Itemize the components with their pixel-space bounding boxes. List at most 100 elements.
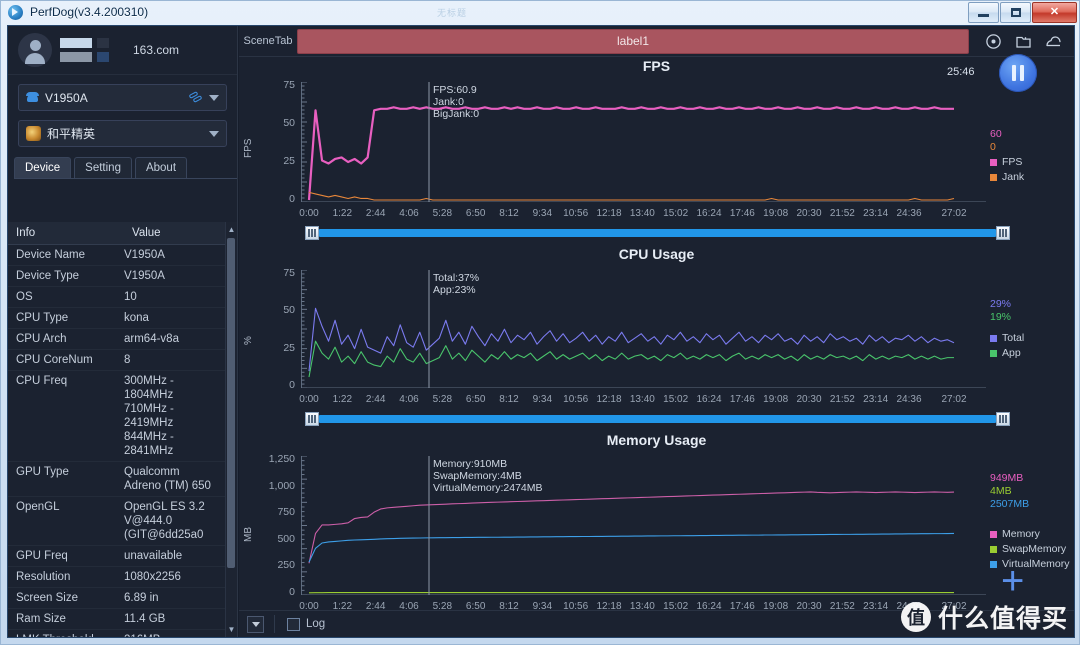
maximize-button[interactable] — [1000, 2, 1031, 23]
range-track[interactable] — [319, 415, 996, 423]
table-row[interactable]: OpenGL OpenGL ES 3.2 V@444.0 (GIT@6dd25a0 — [8, 497, 237, 546]
window-frame: PerfDog(v3.4.200310) 无标题 ✕ 163.com V1950… — [0, 0, 1080, 645]
legend-swatch — [990, 349, 997, 357]
cell-info: LMK Threshold — [8, 630, 116, 637]
scene-tab-wrap: label1 — [297, 28, 969, 54]
range-slider-cpu[interactable] — [305, 412, 1010, 426]
ytick-fps-2: 50 — [283, 117, 295, 129]
range-handle-right[interactable] — [996, 226, 1010, 240]
legend-label: SwapMemory — [1002, 543, 1067, 555]
add-chart-button[interactable]: + — [1001, 561, 1024, 601]
table-row[interactable]: Device Name V1950A — [8, 245, 237, 266]
range-handle-left[interactable] — [305, 412, 319, 426]
cell-value: 10 — [124, 291, 137, 303]
minimize-button[interactable] — [968, 2, 999, 23]
device-select[interactable]: V1950A — [18, 84, 227, 111]
range-slider-fps[interactable] — [305, 226, 1010, 240]
app-select-label: 和平精英 — [47, 127, 96, 141]
table-row[interactable]: CPU CoreNum 8 — [8, 350, 237, 371]
xtick-cpu-19: 27:02 — [941, 394, 967, 405]
cell-value: Qualcomm Adreno (TM) 650 — [124, 466, 211, 492]
table-row[interactable]: CPU Type kona — [8, 308, 237, 329]
table-row[interactable]: Ram Size 11.4 GB — [8, 609, 237, 630]
account-label: 163.com — [133, 43, 180, 57]
annotation-fps-2: BigJank:0 — [433, 108, 480, 120]
legend-item-swapmemory[interactable]: SwapMemory — [990, 543, 1070, 555]
status-divider — [274, 615, 275, 633]
usb-link-icon[interactable] — [189, 91, 203, 104]
ytick-cpu-3: 75 — [283, 267, 295, 279]
watermark-badge: 值 — [900, 602, 931, 632]
table-row[interactable]: CPU Arch arm64-v8a — [8, 329, 237, 350]
cell-info: Resolution — [16, 571, 71, 583]
series-app — [308, 340, 954, 378]
avatar[interactable] — [18, 33, 52, 67]
cell-info: CPU Arch — [16, 333, 67, 345]
close-button[interactable]: ✕ — [1032, 2, 1077, 23]
tab-about[interactable]: About — [134, 157, 188, 178]
chart-title-memory: Memory Usage — [606, 432, 707, 448]
chevron-down-icon[interactable] — [209, 94, 219, 101]
range-track[interactable] — [319, 229, 996, 237]
table-row[interactable]: CPU Freq 300MHz - 1804MHz 710MHz - 2419MH… — [8, 371, 237, 462]
chart-title-cpu: CPU Usage — [618, 246, 695, 262]
ytick-cpu-2: 50 — [283, 304, 295, 317]
sidebar-tabs: Device Setting About — [14, 157, 237, 179]
endvalue-memory-2: 2507MB — [990, 498, 1030, 510]
range-handle-left[interactable] — [305, 226, 319, 240]
table-row[interactable]: Resolution 1080x2256 — [8, 567, 237, 588]
table-row[interactable]: GPU Freq unavailable — [8, 546, 237, 567]
profile-placeholder-bars — [60, 38, 109, 62]
legend-item-memory[interactable]: Memory — [990, 528, 1070, 540]
table-row[interactable]: LMK Threshold216MB — [8, 630, 237, 637]
tab-setting[interactable]: Setting — [74, 157, 132, 178]
cell-value: V1950A — [124, 249, 165, 261]
xtick-fps-19: 27:02 — [941, 208, 967, 219]
legend-swatch — [990, 173, 997, 181]
series-memory — [308, 491, 955, 564]
series-jank — [308, 191, 955, 201]
expand-panel-button[interactable] — [247, 615, 264, 633]
scene-bar-icons — [969, 33, 1074, 50]
pause-button[interactable] — [999, 54, 1037, 92]
table-scrollbar[interactable]: ▲ ▼ — [225, 222, 237, 637]
location-pin-icon[interactable] — [985, 33, 1002, 50]
table-row[interactable]: Screen Size 6.89 in — [8, 588, 237, 609]
cell-info: OS — [16, 291, 33, 303]
legend-item-fps[interactable]: FPS — [990, 156, 1024, 168]
xtick-cpu-18: 24:36 — [896, 394, 922, 405]
legend-label: Total — [1002, 332, 1025, 344]
legend-label: FPS — [1002, 156, 1023, 168]
cloud-icon[interactable] — [1045, 33, 1062, 50]
plot-area-fps — [301, 82, 986, 202]
tab-device[interactable]: Device — [14, 157, 72, 178]
endvalue-memory-1: 4MB — [990, 485, 1012, 497]
scene-bar: SceneTab label1 — [239, 26, 1074, 57]
ytick-cpu-1: 25 — [283, 341, 295, 354]
legend-item-app[interactable]: App — [990, 347, 1024, 359]
ytick-memory-0: 0 — [289, 586, 295, 598]
table-row[interactable]: Device Type V1950A — [8, 266, 237, 287]
scroll-up-icon[interactable]: ▲ — [227, 224, 236, 235]
range-handle-right[interactable] — [996, 412, 1010, 426]
annotation-cpu-0: Total:37% — [433, 272, 480, 284]
folder-icon[interactable] — [1015, 33, 1032, 50]
scene-tab-label1[interactable]: label1 — [297, 28, 969, 54]
cell-info: Screen Size — [16, 592, 79, 604]
cell-value: 1080x2256 — [124, 571, 181, 583]
legend-item-total[interactable]: Total — [990, 332, 1024, 344]
app-select[interactable]: 和平精英 — [18, 120, 227, 147]
table-row[interactable]: GPU Type Qualcomm Adreno (TM) 650 — [8, 462, 237, 497]
legend-swatch — [990, 560, 997, 568]
log-checkbox[interactable] — [287, 617, 300, 631]
scrollbar-thumb[interactable] — [227, 238, 235, 568]
legend-item-jank[interactable]: Jank — [990, 171, 1024, 183]
legend-swatch — [990, 545, 997, 553]
chevron-down-icon[interactable] — [209, 130, 219, 137]
scroll-down-icon[interactable]: ▼ — [227, 624, 236, 635]
plot-area-cpu — [301, 270, 986, 388]
table-row[interactable]: OS 10 — [8, 287, 237, 308]
cell-value: 216MB — [116, 630, 237, 637]
cell-value: V1950A — [124, 270, 165, 282]
cell-info: Ram Size — [16, 613, 66, 625]
